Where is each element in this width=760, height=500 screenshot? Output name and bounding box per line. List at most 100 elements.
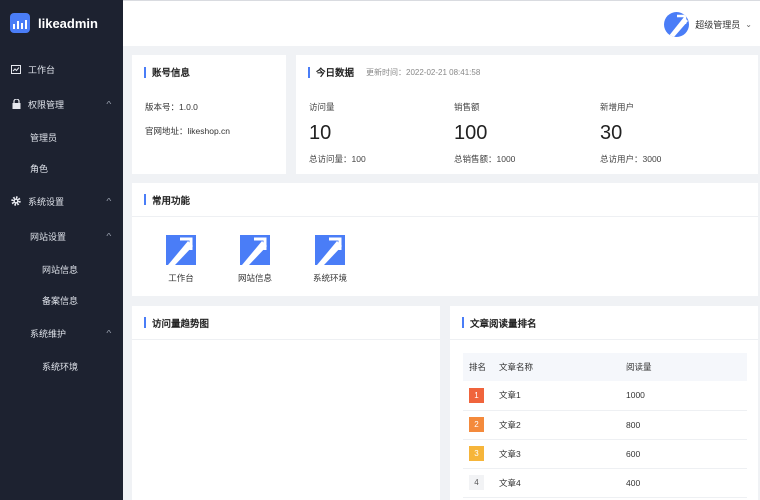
card-header: 今日数据 更新时间：2022-02-21 08:41:58 xyxy=(296,55,758,89)
sidebar-item-filing-info[interactable]: 备案信息 xyxy=(0,288,123,312)
sidebar-item-label: 工作台 xyxy=(28,64,56,75)
card-title: 文章阅读量排名 xyxy=(470,318,537,330)
title-accent-bar xyxy=(144,66,146,78)
function-label: 系统环境 xyxy=(312,273,347,283)
sidebar-item-website-info[interactable]: 网站信息 xyxy=(0,257,123,281)
article-name: 文章4 xyxy=(499,468,626,498)
website-text: 官网地址：likeshop.cn xyxy=(145,126,231,136)
article-name: 文章2 xyxy=(499,410,626,440)
app-title: likeadmin xyxy=(38,15,98,31)
article-name: 文章3 xyxy=(499,439,626,469)
table-header-row: 排名 文章名称 阅读量 xyxy=(463,353,747,381)
rank-cell: 4 xyxy=(463,468,499,498)
title-accent-bar xyxy=(144,317,146,328)
account-info-card: 账号信息 版本号：1.0.0 官网地址：likeshop.cn xyxy=(132,55,286,174)
sidebar-item-dashboard[interactable]: 工作台 xyxy=(0,57,123,81)
stat-value: 30 xyxy=(600,122,623,144)
rank-cell: 3 xyxy=(463,439,499,469)
today-data-card: 今日数据 更新时间：2022-02-21 08:41:58 访问量 10 总访问… xyxy=(296,55,758,174)
title-accent-bar xyxy=(144,194,146,205)
stat-total: 总访问量：100 xyxy=(309,154,366,164)
dashboard-shortcut-icon xyxy=(166,235,196,265)
chevron-down-icon: ⌄ xyxy=(745,20,752,29)
stat-label: 销售额 xyxy=(454,102,480,112)
app-logo[interactable]: likeadmin xyxy=(0,0,123,46)
rank-badge: 1 xyxy=(469,387,484,403)
common-functions-card: 常用功能 工作台 网站信息 系统环境 xyxy=(132,183,758,296)
ranking-table: 排名 文章名称 阅读量 1 文章1 1000 2 文章2 800 3 文章3 6… xyxy=(463,353,747,498)
stat-total: 总访用户：3000 xyxy=(600,154,662,164)
chevron-up-icon: ^ xyxy=(106,328,112,338)
function-website-info[interactable]: 网站信息 xyxy=(230,235,280,284)
update-time: 更新时间：2022-02-21 08:41:58 xyxy=(366,67,481,77)
avatar xyxy=(664,12,690,37)
card-header: 常用功能 xyxy=(132,183,758,217)
logo-icon xyxy=(10,13,30,33)
rank-badge: 3 xyxy=(469,446,484,461)
column-header: 文章名称 xyxy=(499,353,626,381)
function-dashboard[interactable]: 工作台 xyxy=(156,235,206,284)
sidebar-item-permissions[interactable]: 权限管理 ^ xyxy=(0,92,123,116)
dashboard-icon xyxy=(11,64,21,74)
sidebar-item-website-settings[interactable]: 网站设置 ^ xyxy=(0,224,123,248)
lock-icon xyxy=(11,99,21,109)
function-system-environment[interactable]: 系统环境 xyxy=(305,235,355,284)
article-ranking-card: 文章阅读量排名 排名 文章名称 阅读量 1 文章1 1000 2 文章2 800… xyxy=(450,306,758,500)
rank-cell: 1 xyxy=(463,381,499,411)
stat-label: 访问量 xyxy=(309,102,335,112)
rank-cell: 2 xyxy=(463,410,499,440)
sidebar-item-label: 权限管理 xyxy=(28,99,65,110)
read-count: 800 xyxy=(626,410,747,440)
stat-value: 100 xyxy=(454,122,488,144)
sidebar: likeadmin 工作台 权限管理 ^ 管理员 角色 系统设置 ^ 网站设置 … xyxy=(0,0,123,500)
article-name: 文章1 xyxy=(499,381,626,411)
sidebar-item-label: 网站设置 xyxy=(30,231,67,242)
read-count: 1000 xyxy=(626,381,747,411)
website-info-shortcut-icon xyxy=(240,235,270,265)
function-label: 工作台 xyxy=(168,273,194,283)
card-header: 文章阅读量排名 xyxy=(450,306,758,340)
stat-new-users: 新增用户 30 总访用户：3000 xyxy=(600,101,661,165)
card-header: 访问量趋势图 xyxy=(132,306,440,340)
sidebar-item-label: 管理员 xyxy=(30,132,58,143)
table-row: 1 文章1 1000 xyxy=(463,381,747,411)
sidebar-item-label: 系统设置 xyxy=(28,196,65,207)
title-accent-bar xyxy=(462,317,464,328)
stat-total: 总销售额：1000 xyxy=(454,154,516,164)
chevron-up-icon: ^ xyxy=(106,99,112,109)
gear-icon xyxy=(11,196,21,206)
visit-trend-card: 访问量趋势图 xyxy=(132,306,440,500)
top-header: 超级管理员 ⌄ xyxy=(123,0,760,46)
sidebar-item-admins[interactable]: 管理员 xyxy=(0,125,123,149)
sidebar-item-label: 网站信息 xyxy=(42,264,79,275)
sidebar-item-system-settings[interactable]: 系统设置 ^ xyxy=(0,189,123,213)
stat-label: 新增用户 xyxy=(600,102,635,112)
card-title: 访问量趋势图 xyxy=(152,318,210,330)
card-title: 今日数据 xyxy=(316,68,355,79)
card-header: 账号信息 xyxy=(132,55,286,89)
sidebar-item-system-maintenance[interactable]: 系统维护 ^ xyxy=(0,321,123,345)
user-menu[interactable]: 超级管理员 ⌄ xyxy=(664,12,752,37)
column-header: 阅读量 xyxy=(626,353,747,381)
column-header: 排名 xyxy=(463,353,499,381)
card-title: 常用功能 xyxy=(152,195,191,207)
sidebar-item-label: 角色 xyxy=(30,163,49,174)
read-count: 400 xyxy=(626,468,747,498)
system-environment-shortcut-icon xyxy=(315,235,345,265)
version-text: 版本号：1.0.0 xyxy=(145,102,198,112)
chevron-up-icon: ^ xyxy=(106,196,112,206)
sidebar-item-system-environment[interactable]: 系统环境 xyxy=(0,354,123,378)
sidebar-item-label: 系统维护 xyxy=(30,328,67,339)
table-row: 3 文章3 600 xyxy=(463,439,747,469)
table-row: 2 文章2 800 xyxy=(463,410,747,440)
function-label: 网站信息 xyxy=(237,273,272,283)
sidebar-item-roles[interactable]: 角色 xyxy=(0,156,123,180)
sidebar-item-label: 备案信息 xyxy=(42,295,79,306)
sidebar-item-label: 系统环境 xyxy=(42,361,79,372)
stat-visits: 访问量 10 总访问量：100 xyxy=(309,101,366,165)
stat-sales: 销售额 100 总销售额：1000 xyxy=(454,101,515,165)
user-name: 超级管理员 xyxy=(695,20,741,30)
rank-badge: 4 xyxy=(469,475,484,490)
read-count: 600 xyxy=(626,439,747,469)
table-row: 4 文章4 400 xyxy=(463,468,747,498)
